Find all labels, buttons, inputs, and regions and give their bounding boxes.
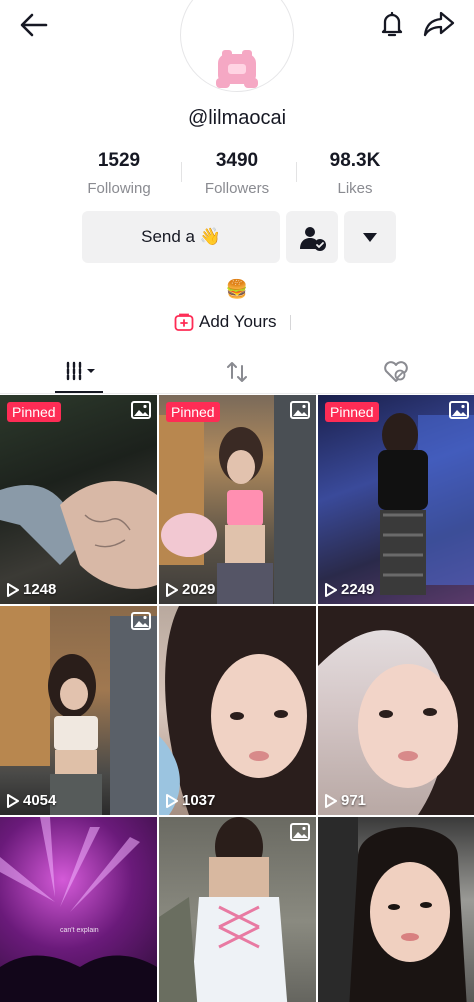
username-handle: @lilmaocai	[187, 107, 287, 129]
add-yours-label: Add Yours	[199, 312, 277, 331]
view-count: 1037	[166, 792, 215, 809]
share-button[interactable]	[422, 8, 456, 40]
photo-icon	[131, 401, 151, 419]
video-caption: can't explain	[60, 927, 99, 934]
video-grid: Pinned 1248 Pinned 2029 Pinned 2249 4054…	[0, 395, 474, 1002]
tab-reposts[interactable]	[213, 350, 261, 394]
video-thumbnail[interactable]: 1037	[159, 606, 316, 815]
send-wave-button[interactable]: Send a 👋	[82, 211, 280, 263]
tab-liked[interactable]	[371, 350, 419, 394]
tab-videos[interactable]	[55, 350, 103, 394]
likes-count: 98.3K	[329, 150, 381, 171]
followers-count: 3490	[215, 150, 259, 171]
video-thumbnail[interactable]: Pinned 2029	[159, 395, 316, 604]
pinned-badge: Pinned	[325, 402, 379, 422]
view-count-value: 2029	[182, 581, 216, 598]
divider	[290, 315, 291, 330]
thumbnail-image	[0, 606, 157, 815]
thumbnail-image	[159, 817, 288, 1002]
thumbnail-image	[378, 413, 474, 595]
repost-icon	[227, 362, 247, 382]
photo-icon	[290, 401, 310, 419]
video-thumbnail[interactable]	[318, 817, 474, 1002]
thumbnail-image	[159, 606, 316, 815]
play-icon	[325, 793, 337, 808]
following-stat[interactable]: 1529 Following	[60, 150, 178, 197]
pinned-badge: Pinned	[166, 402, 220, 422]
video-thumbnail[interactable]: 971	[318, 606, 474, 815]
play-icon	[166, 582, 178, 597]
pinned-badge: Pinned	[7, 402, 61, 422]
video-thumbnail[interactable]: can't explain	[0, 817, 157, 1002]
photo-icon	[131, 612, 151, 630]
bell-icon	[381, 11, 403, 37]
play-icon	[325, 582, 337, 597]
photo-icon	[449, 401, 469, 419]
pink-character-avatar-icon	[216, 50, 258, 88]
video-thumbnail[interactable]: Pinned 2249	[318, 395, 474, 604]
share-arrow-icon	[423, 11, 455, 37]
play-icon	[7, 582, 19, 597]
notifications-button[interactable]	[376, 8, 408, 40]
caret-down-icon	[363, 233, 377, 242]
likes-label: Likes	[337, 180, 373, 197]
followers-label: Followers	[204, 180, 270, 197]
view-count-value: 2249	[341, 581, 375, 598]
suggested-dropdown-button[interactable]	[344, 211, 396, 263]
followers-stat[interactable]: 3490 Followers	[178, 150, 296, 197]
view-count-value: 4054	[23, 792, 57, 809]
view-count-value: 1037	[182, 792, 216, 809]
hidden-heart-icon	[384, 361, 408, 382]
view-count: 4054	[7, 792, 56, 809]
video-thumbnail[interactable]: Pinned 1248	[0, 395, 157, 604]
view-count: 971	[325, 792, 366, 809]
bio-text: 🍔	[225, 279, 249, 299]
play-icon	[166, 793, 178, 808]
grid-columns-icon	[66, 361, 95, 381]
thumbnail-image	[0, 817, 157, 1002]
video-thumbnail[interactable]: 4054	[0, 606, 157, 815]
profile-stats: 1529 Following 3490 Followers 98.3K Like…	[60, 150, 414, 200]
likes-stat[interactable]: 98.3K Likes	[296, 150, 414, 197]
content-tabs	[0, 350, 474, 394]
view-count: 1248	[7, 581, 56, 598]
active-tab-indicator	[55, 391, 103, 393]
thumbnail-image	[318, 817, 467, 1002]
thumbnail-image	[318, 606, 474, 815]
thumbnail-image	[0, 481, 157, 589]
person-check-icon	[300, 227, 326, 251]
add-yours-icon	[174, 313, 194, 331]
photo-icon	[290, 823, 310, 841]
view-count-value: 1248	[23, 581, 57, 598]
thumbnail-image	[159, 395, 316, 604]
video-thumbnail[interactable]	[159, 817, 316, 1002]
avatar[interactable]	[180, 0, 294, 92]
view-count-value: 971	[341, 792, 367, 809]
view-count: 2249	[325, 581, 374, 598]
view-count: 2029	[166, 581, 215, 598]
play-icon	[7, 793, 19, 808]
following-label: Following	[87, 180, 151, 197]
following-count: 1529	[97, 150, 141, 171]
follow-status-button[interactable]	[286, 211, 338, 263]
